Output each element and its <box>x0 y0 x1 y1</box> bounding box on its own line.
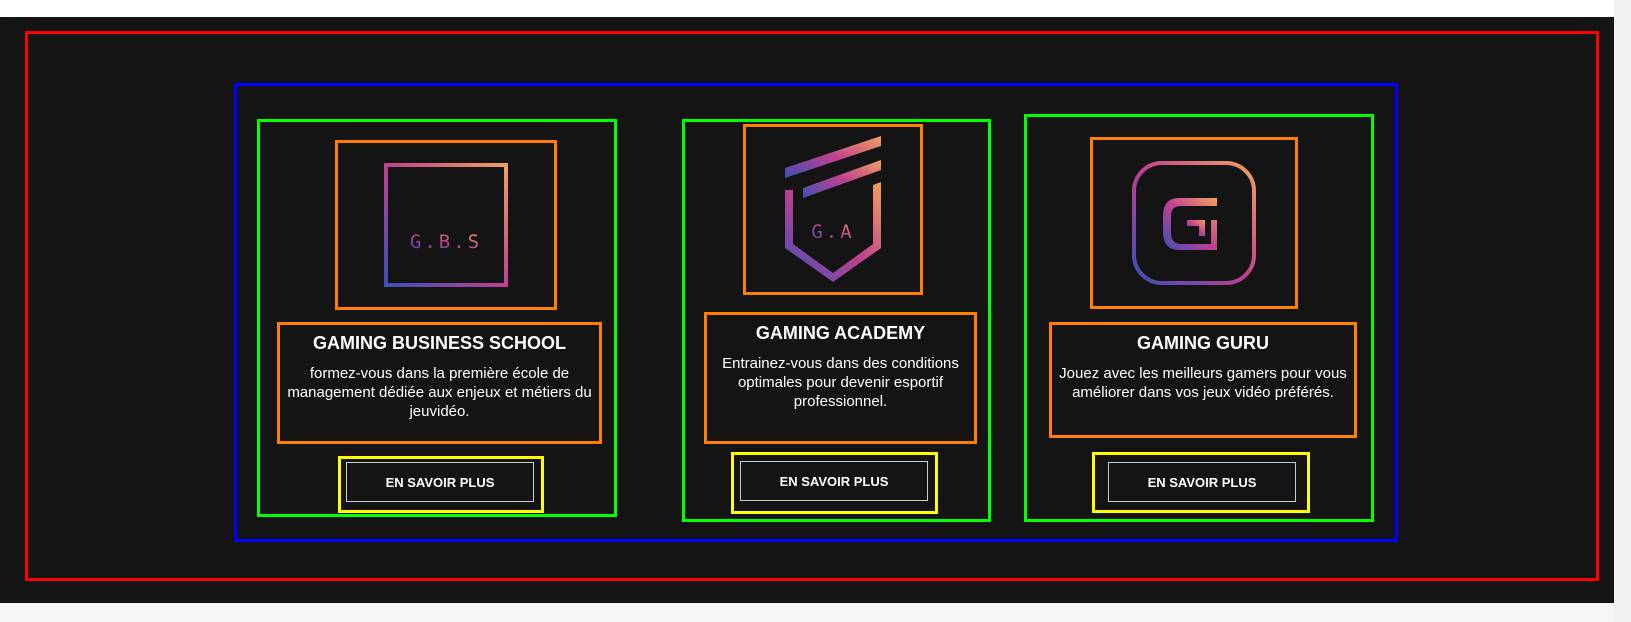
card-text-box: GAMING GURU Jouez avec les meilleurs gam… <box>1049 322 1357 438</box>
card-title: GAMING GURU <box>1137 333 1269 353</box>
learn-more-button[interactable]: EN SAVOIR PLUS <box>1108 462 1296 502</box>
logo-frame: G <box>1090 137 1298 309</box>
card-text-box: GAMING ACADEMY Entrainez-vous dans des c… <box>704 312 977 444</box>
card-description: Entrainez-vous dans des conditions optim… <box>722 355 959 410</box>
card-description: formez-vous dans la première école de ma… <box>287 365 592 420</box>
card-description: Jouez avec les meilleurs gamers pour vou… <box>1059 365 1347 401</box>
logo-frame: G.A <box>743 124 923 295</box>
svg-text:G.A: G.A <box>811 221 854 243</box>
gg-logo-icon <box>1132 161 1256 285</box>
logo-frame: G.B.S <box>335 140 557 310</box>
gbs-logo-icon: G.B.S <box>384 163 508 287</box>
learn-more-button[interactable]: EN SAVOIR PLUS <box>740 461 928 501</box>
page-footer-area <box>0 603 1614 622</box>
scrollbar[interactable] <box>1614 0 1631 622</box>
card-title: GAMING BUSINESS SCHOOL <box>312 333 567 353</box>
card-text-box: GAMING BUSINESS SCHOOL formez-vous dans … <box>277 322 602 444</box>
svg-text:G.B.S: G.B.S <box>410 231 482 253</box>
card-title: GAMING ACADEMY <box>755 323 926 343</box>
learn-more-button[interactable]: EN SAVOIR PLUS <box>346 462 534 502</box>
ga-shield-logo-icon: G.A <box>785 135 881 282</box>
